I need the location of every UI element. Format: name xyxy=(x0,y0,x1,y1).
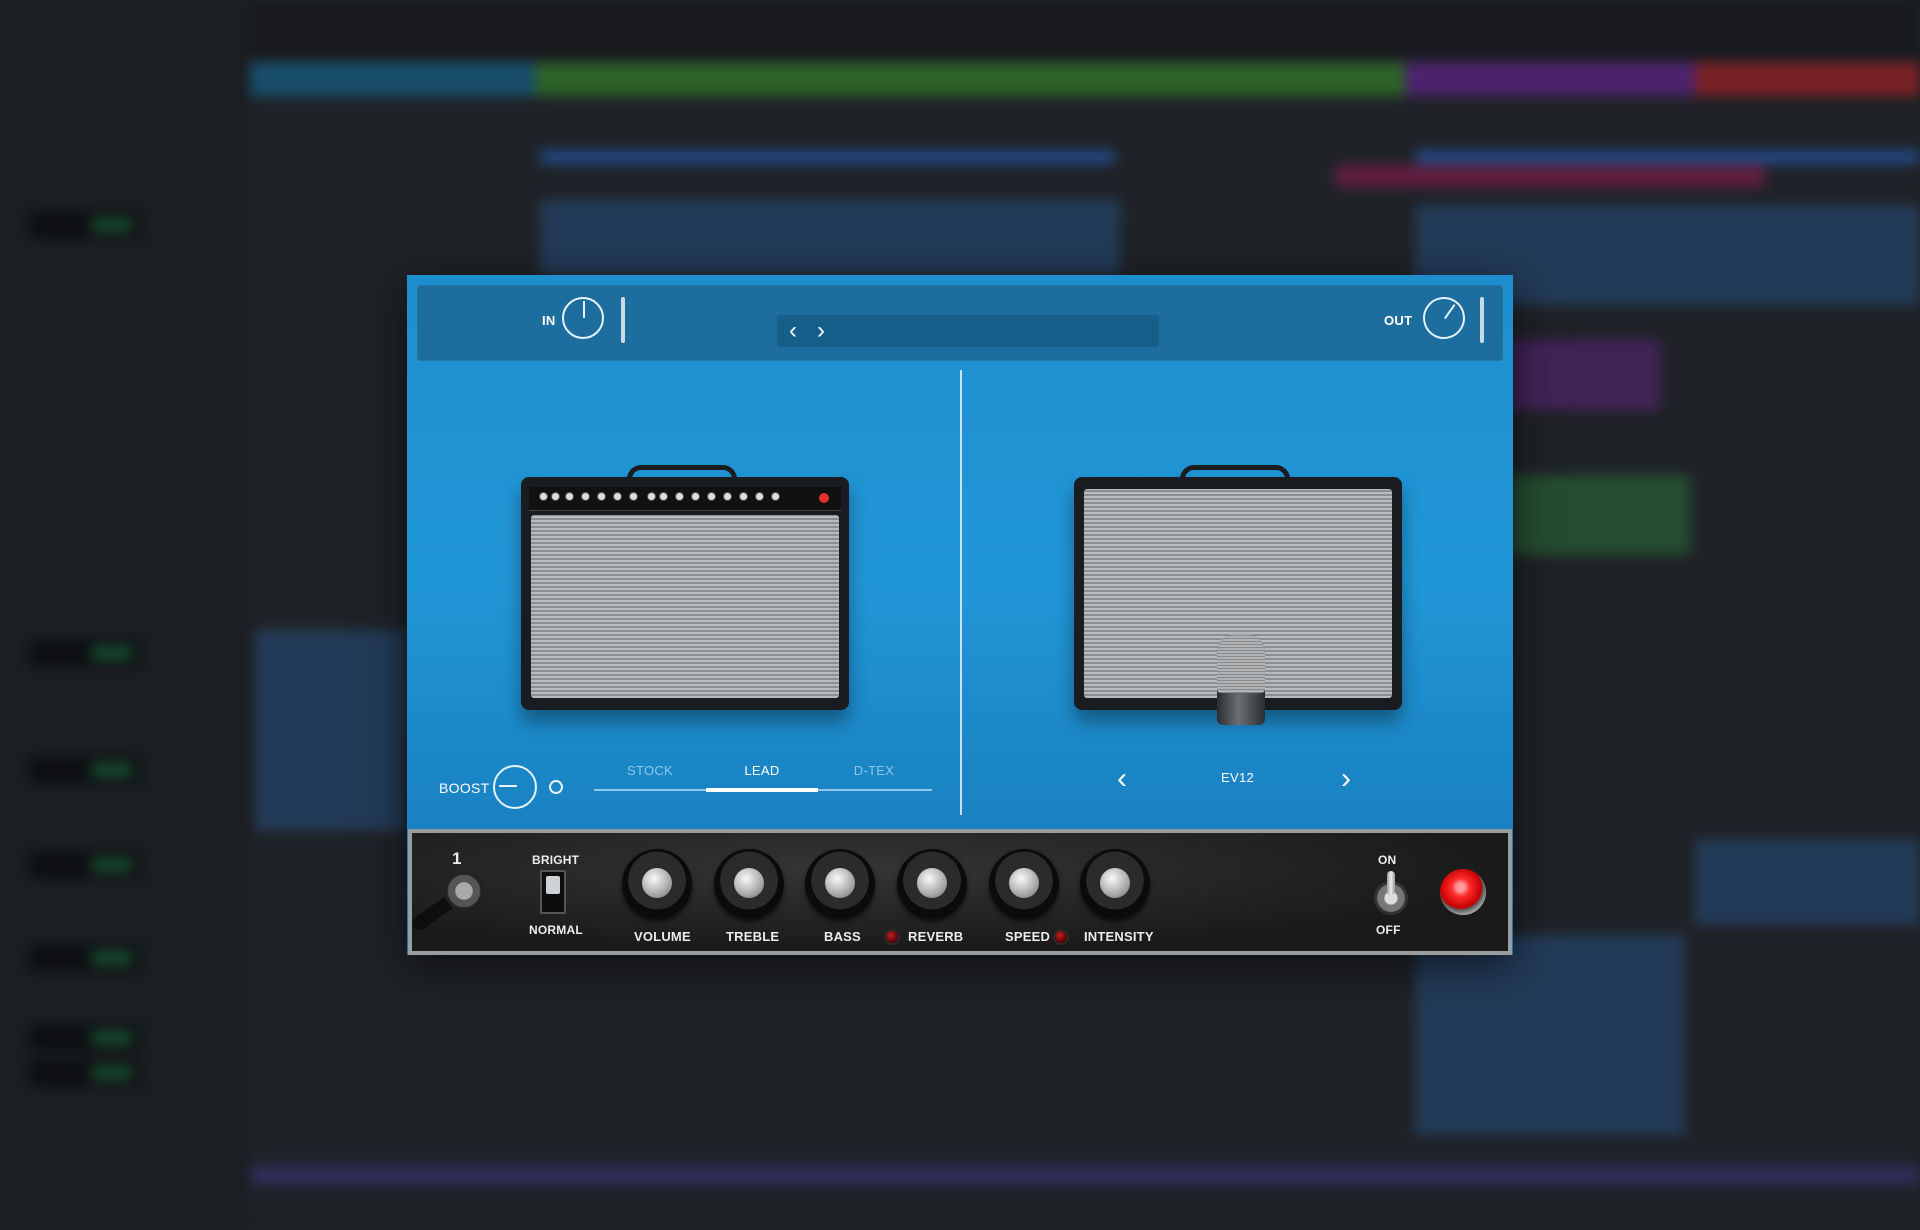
reverb-label: REVERB xyxy=(908,929,964,944)
normal-label: NORMAL xyxy=(529,923,583,937)
bass-label: BASS xyxy=(824,929,861,944)
on-label: ON xyxy=(1378,853,1397,867)
output-gain-knob[interactable] xyxy=(1414,288,1474,348)
speed-knob[interactable] xyxy=(989,849,1059,919)
intensity-knob[interactable] xyxy=(1080,849,1150,919)
amp-model-tabs: STOCK LEAD D-TEX xyxy=(594,763,932,797)
power-indicator-light xyxy=(1440,869,1486,915)
amp-grille xyxy=(531,515,839,698)
preset-prev-button[interactable]: ‹ xyxy=(789,317,797,345)
intensity-label: INTENSITY xyxy=(1084,929,1154,944)
bright-label: BRIGHT xyxy=(532,853,580,867)
cab-prev-button[interactable]: ‹ xyxy=(1117,764,1127,794)
microphone-image[interactable] xyxy=(1217,633,1265,725)
input-gain-knob[interactable] xyxy=(562,297,604,339)
input-jack[interactable] xyxy=(444,871,484,911)
output-gain-label: OUT xyxy=(1384,313,1413,328)
boost-knob[interactable] xyxy=(493,765,537,809)
volume-knob[interactable] xyxy=(622,849,692,919)
amp-jewel-light xyxy=(819,493,829,503)
plugin-top-bar: IN ‹ › OUT xyxy=(417,285,1503,361)
amp-handle xyxy=(627,465,737,479)
amp-plugin-window: IN ‹ › OUT BOOST STOCK LEAD D-TEX ‹ EV12… xyxy=(407,275,1513,955)
bright-switch[interactable] xyxy=(540,870,566,914)
preset-selector[interactable]: ‹ › xyxy=(777,315,1159,347)
reverb-knob[interactable] xyxy=(897,849,967,919)
cabinet-handle xyxy=(1180,465,1290,479)
boost-indicator xyxy=(549,780,563,794)
tab-lead[interactable]: LEAD xyxy=(706,763,818,778)
output-level-meter xyxy=(1480,297,1484,343)
amp-control-panel xyxy=(529,487,841,511)
amp-front-panel: 1 BRIGHT NORMAL VOLUME TREBLE BASS REVER… xyxy=(408,829,1512,955)
tab-stock[interactable]: STOCK xyxy=(594,763,706,778)
treble-label: TREBLE xyxy=(726,929,780,944)
boost-label: BOOST xyxy=(439,780,490,796)
speed-label: SPEED xyxy=(1005,929,1051,944)
preset-next-button[interactable]: › xyxy=(817,317,825,345)
volume-label: VOLUME xyxy=(634,929,691,944)
tab-d-tex[interactable]: D-TEX xyxy=(818,763,930,778)
off-label: OFF xyxy=(1376,923,1401,937)
bass-knob[interactable] xyxy=(805,849,875,919)
power-toggle-switch[interactable] xyxy=(1374,871,1408,915)
input-gain-label: IN xyxy=(542,313,556,328)
cab-name: EV12 xyxy=(1221,770,1255,785)
amp-combo-image[interactable] xyxy=(521,465,849,710)
reverb-led xyxy=(884,929,900,945)
amp-cab-divider xyxy=(960,370,962,815)
speed-led xyxy=(1053,929,1069,945)
input-level-meter xyxy=(621,297,625,343)
tab-active-indicator xyxy=(706,788,818,792)
input-number: 1 xyxy=(452,849,462,868)
cab-next-button[interactable]: › xyxy=(1341,764,1351,794)
treble-knob[interactable] xyxy=(714,849,784,919)
